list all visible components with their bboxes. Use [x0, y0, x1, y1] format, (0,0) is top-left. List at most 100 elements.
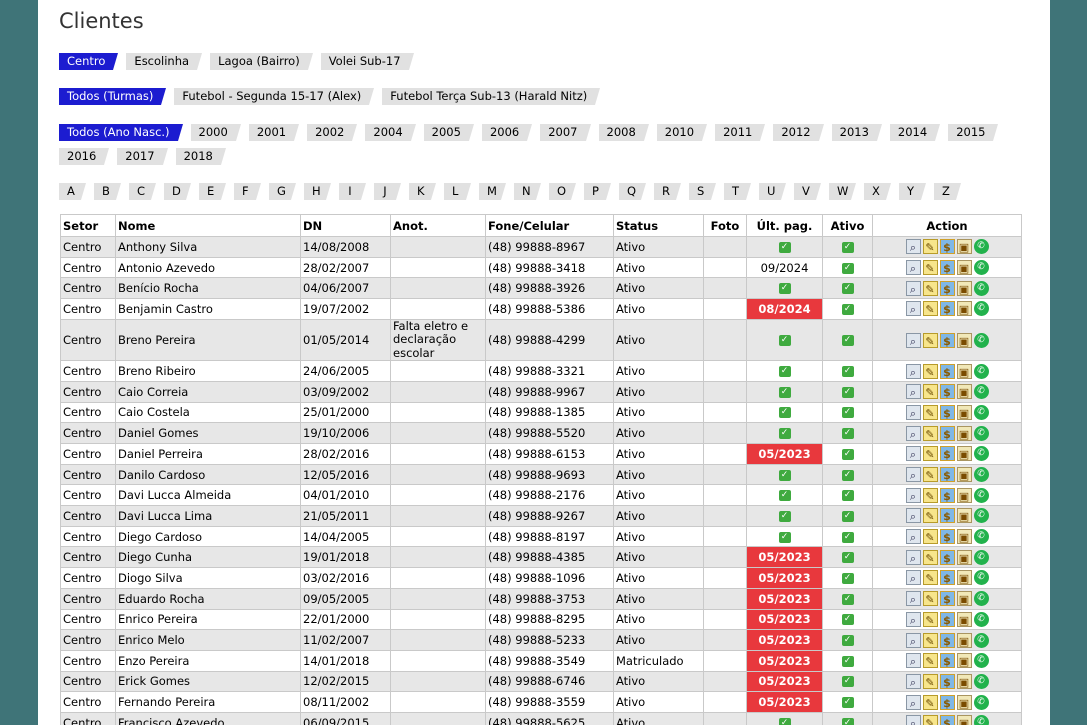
whatsapp-icon[interactable]: ✆: [973, 673, 989, 689]
payment-icon[interactable]: $: [939, 425, 955, 441]
payment-icon[interactable]: $: [939, 694, 955, 710]
edit-icon[interactable]: ✎: [922, 591, 938, 607]
active-check-icon[interactable]: ✓: [841, 635, 854, 647]
edit-icon[interactable]: ✎: [922, 425, 938, 441]
whatsapp-icon[interactable]: ✆: [973, 260, 989, 276]
lock-icon[interactable]: ▣: [956, 301, 972, 317]
edit-icon[interactable]: ✎: [922, 673, 938, 689]
payment-icon[interactable]: $: [939, 280, 955, 296]
active-check-icon[interactable]: ✓: [841, 697, 854, 709]
tab-ano-16[interactable]: 2017: [117, 148, 168, 165]
whatsapp-icon[interactable]: ✆: [973, 280, 989, 296]
whatsapp-icon[interactable]: ✆: [973, 694, 989, 710]
tab-ano-10[interactable]: 2011: [715, 124, 766, 141]
active-check-icon[interactable]: ✓: [841, 676, 854, 688]
view-icon[interactable]: ⌕: [905, 611, 921, 627]
payment-icon[interactable]: $: [939, 487, 955, 503]
active-check-icon[interactable]: ✓: [841, 717, 854, 725]
whatsapp-icon[interactable]: ✆: [973, 632, 989, 648]
payment-icon[interactable]: $: [939, 332, 955, 348]
active-check-icon[interactable]: ✓: [841, 531, 854, 543]
tab-ano-7[interactable]: 2007: [540, 124, 591, 141]
whatsapp-icon[interactable]: ✆: [973, 611, 989, 627]
tab-ano-9[interactable]: 2010: [656, 124, 708, 141]
lock-icon[interactable]: ▣: [956, 384, 972, 400]
edit-icon[interactable]: ✎: [922, 363, 938, 379]
letter-filter-13[interactable]: N: [514, 183, 541, 200]
whatsapp-icon[interactable]: ✆: [973, 425, 989, 441]
letter-filter-7[interactable]: H: [304, 183, 331, 200]
view-icon[interactable]: ⌕: [905, 487, 921, 503]
view-icon[interactable]: ⌕: [905, 404, 921, 420]
view-icon[interactable]: ⌕: [905, 508, 921, 524]
payment-icon[interactable]: $: [939, 549, 955, 565]
tab-ano-2[interactable]: 2001: [248, 124, 300, 141]
active-check-icon[interactable]: ✓: [841, 593, 854, 605]
tab-ano-17[interactable]: 2018: [175, 148, 227, 165]
active-check-icon[interactable]: ✓: [841, 366, 854, 378]
view-icon[interactable]: ⌕: [905, 332, 921, 348]
active-check-icon[interactable]: ✓: [841, 572, 854, 584]
letter-filter-25[interactable]: Z: [934, 183, 961, 200]
edit-icon[interactable]: ✎: [922, 280, 938, 296]
lock-icon[interactable]: ▣: [956, 363, 972, 379]
tab-ano-12[interactable]: 2013: [831, 124, 883, 141]
letter-filter-10[interactable]: K: [409, 183, 436, 200]
tab-setor-2[interactable]: Lagoa (Bairro): [210, 53, 313, 70]
payment-icon[interactable]: $: [939, 591, 955, 607]
col-setor-header[interactable]: Setor: [60, 214, 116, 237]
edit-icon[interactable]: ✎: [922, 653, 938, 669]
letter-filter-3[interactable]: D: [164, 183, 191, 200]
whatsapp-icon[interactable]: ✆: [973, 404, 989, 420]
edit-icon[interactable]: ✎: [922, 508, 938, 524]
letter-filter-4[interactable]: E: [199, 183, 226, 200]
letter-filter-18[interactable]: S: [689, 183, 716, 200]
col-ult-pag-header[interactable]: Últ. pag.: [746, 214, 823, 237]
letter-filter-17[interactable]: R: [654, 183, 681, 200]
view-icon[interactable]: ⌕: [905, 467, 921, 483]
lock-icon[interactable]: ▣: [956, 487, 972, 503]
tab-turma-2[interactable]: Futebol Terça Sub-13 (Harald Nitz): [382, 88, 601, 105]
letter-filter-9[interactable]: J: [374, 183, 401, 200]
payment-icon[interactable]: $: [939, 632, 955, 648]
tab-ano-8[interactable]: 2008: [598, 124, 650, 141]
whatsapp-icon[interactable]: ✆: [973, 239, 989, 255]
letter-filter-24[interactable]: Y: [899, 183, 926, 200]
letter-filter-11[interactable]: L: [444, 183, 471, 200]
view-icon[interactable]: ⌕: [905, 715, 921, 725]
edit-icon[interactable]: ✎: [922, 301, 938, 317]
edit-icon[interactable]: ✎: [922, 332, 938, 348]
lock-icon[interactable]: ▣: [956, 280, 972, 296]
whatsapp-icon[interactable]: ✆: [973, 301, 989, 317]
view-icon[interactable]: ⌕: [905, 632, 921, 648]
col-status-header[interactable]: Status: [613, 214, 704, 237]
letter-filter-23[interactable]: X: [864, 183, 891, 200]
active-check-icon[interactable]: ✓: [841, 241, 854, 253]
active-check-icon[interactable]: ✓: [841, 448, 854, 460]
whatsapp-icon[interactable]: ✆: [973, 529, 989, 545]
tab-ano-6[interactable]: 2006: [481, 124, 533, 141]
view-icon[interactable]: ⌕: [905, 653, 921, 669]
view-icon[interactable]: ⌕: [905, 425, 921, 441]
whatsapp-icon[interactable]: ✆: [973, 384, 989, 400]
tab-setor-3[interactable]: Volei Sub-17: [320, 53, 414, 70]
letter-filter-15[interactable]: P: [584, 183, 611, 200]
lock-icon[interactable]: ▣: [956, 570, 972, 586]
active-check-icon[interactable]: ✓: [841, 386, 854, 398]
view-icon[interactable]: ⌕: [905, 446, 921, 462]
whatsapp-icon[interactable]: ✆: [973, 653, 989, 669]
lock-icon[interactable]: ▣: [956, 508, 972, 524]
tab-ano-14[interactable]: 2015: [948, 124, 999, 141]
payment-icon[interactable]: $: [939, 446, 955, 462]
lock-icon[interactable]: ▣: [956, 632, 972, 648]
payment-icon[interactable]: $: [939, 301, 955, 317]
whatsapp-icon[interactable]: ✆: [973, 467, 989, 483]
view-icon[interactable]: ⌕: [905, 301, 921, 317]
edit-icon[interactable]: ✎: [922, 384, 938, 400]
letter-filter-6[interactable]: G: [269, 183, 296, 200]
tab-turma-0[interactable]: Todos (Turmas): [59, 88, 167, 105]
active-check-icon[interactable]: ✓: [841, 490, 854, 502]
col-nome-header[interactable]: Nome: [115, 214, 301, 237]
payment-icon[interactable]: $: [939, 611, 955, 627]
letter-filter-8[interactable]: I: [339, 183, 366, 200]
